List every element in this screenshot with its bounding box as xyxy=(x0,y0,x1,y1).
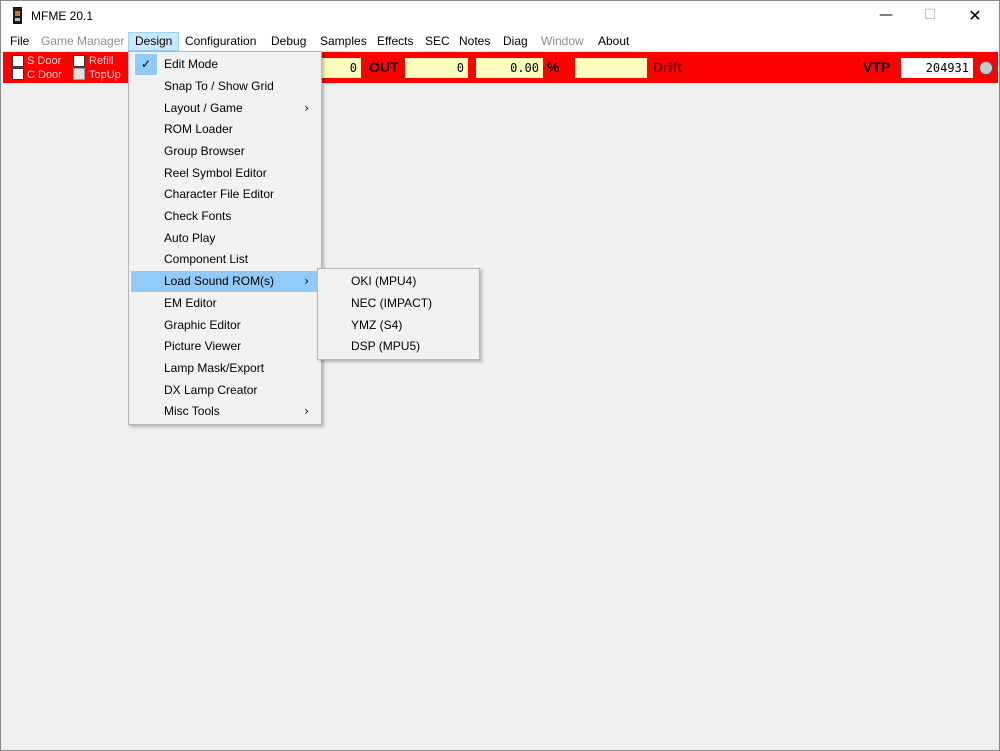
menu-item-label: ROM Loader xyxy=(164,122,233,136)
window-title: MFME 20.1 xyxy=(31,9,94,23)
menu-item-label: EM Editor xyxy=(164,296,217,310)
menu-item-label: Auto Play xyxy=(164,231,216,245)
menu-item-label: Layout / Game xyxy=(164,101,243,115)
percent-field: 0.00 xyxy=(476,58,543,78)
menu-diag[interactable]: Diag xyxy=(497,32,534,51)
menu-item-layout-game[interactable]: Layout / Game › xyxy=(131,98,319,119)
menu-item-label: Misc Tools xyxy=(164,404,220,418)
menu-item-component-list[interactable]: Component List xyxy=(131,249,319,270)
menu-item-load-sound-roms[interactable]: Load Sound ROM(s) › xyxy=(131,271,319,292)
out-meter-field: 0 xyxy=(405,58,468,78)
submenu-item-label: DSP (MPU5) xyxy=(351,339,421,353)
submenu-item-oki-mpu4[interactable]: OKI (MPU4) xyxy=(320,271,477,292)
menu-item-edit-mode[interactable]: ✓ Edit Mode xyxy=(131,54,319,75)
menu-samples[interactable]: Samples xyxy=(314,32,373,51)
menu-window[interactable]: Window xyxy=(535,32,590,51)
status-lamp-icon xyxy=(979,61,993,75)
menu-item-label: Check Fonts xyxy=(164,209,232,223)
percent-label: % xyxy=(547,59,560,75)
design-menu: ✓ Edit Mode Snap To / Show Grid Layout /… xyxy=(128,51,322,425)
topup-label: TopUp xyxy=(89,69,121,81)
menu-configuration[interactable]: Configuration xyxy=(179,32,262,51)
submenu-item-nec-impact[interactable]: NEC (IMPACT) xyxy=(320,293,477,314)
minimize-button[interactable]: — xyxy=(863,1,909,31)
title-bar[interactable]: MFME 20.1 — ☐ ✕ xyxy=(1,1,999,31)
menu-item-lamp-mask-export[interactable]: Lamp Mask/Export xyxy=(131,358,319,379)
vtp-label: VTP xyxy=(863,59,891,75)
menu-item-label: Graphic Editor xyxy=(164,318,241,332)
chevron-right-icon: › xyxy=(304,101,309,115)
submenu-item-dsp-mpu5[interactable]: DSP (MPU5) xyxy=(320,336,477,357)
c-door-checkbox[interactable] xyxy=(12,68,24,80)
checkmark-icon: ✓ xyxy=(135,54,157,75)
menu-item-label: Picture Viewer xyxy=(164,339,242,353)
menu-file[interactable]: File xyxy=(4,32,35,51)
menu-item-label: Character File Editor xyxy=(164,187,275,201)
menu-item-character-file-editor[interactable]: Character File Editor xyxy=(131,184,319,205)
menu-item-graphic-editor[interactable]: Graphic Editor xyxy=(131,315,319,336)
menu-item-label: Edit Mode xyxy=(164,57,219,71)
app-icon[interactable] xyxy=(13,7,22,24)
chevron-right-icon: › xyxy=(304,404,309,418)
s-door-label: S Door xyxy=(27,55,62,67)
s-door-checkbox[interactable] xyxy=(12,55,24,67)
menu-item-em-editor[interactable]: EM Editor xyxy=(131,293,319,314)
close-button[interactable]: ✕ xyxy=(952,1,998,31)
maximize-button[interactable]: ☐ xyxy=(907,1,953,31)
menu-item-rom-loader[interactable]: ROM Loader xyxy=(131,119,319,140)
menu-item-snap-to-grid[interactable]: Snap To / Show Grid xyxy=(131,76,319,97)
menu-item-label: Component List xyxy=(164,252,249,266)
menu-item-label: Load Sound ROM(s) xyxy=(164,274,275,288)
menu-item-dx-lamp-creator[interactable]: DX Lamp Creator xyxy=(131,380,319,401)
chevron-right-icon: › xyxy=(304,274,309,288)
app-window: MFME 20.1 — ☐ ✕ File Game Manager Design… xyxy=(0,0,1000,751)
submenu-item-label: NEC (IMPACT) xyxy=(351,296,433,310)
menu-item-label: Lamp Mask/Export xyxy=(164,361,265,375)
menu-design[interactable]: Design xyxy=(128,32,180,51)
c-door-label: C Door xyxy=(27,69,62,81)
menu-bar: File Game Manager Design Configuration D… xyxy=(1,31,999,51)
sound-rom-submenu: OKI (MPU4) NEC (IMPACT) YMZ (S4) DSP (MP… xyxy=(317,268,480,360)
refill-checkbox[interactable] xyxy=(73,55,85,67)
submenu-item-label: OKI (MPU4) xyxy=(351,274,417,288)
menu-game-manager[interactable]: Game Manager xyxy=(35,32,130,51)
menu-debug[interactable]: Debug xyxy=(265,32,312,51)
menu-sec[interactable]: SEC xyxy=(419,32,456,51)
menu-about[interactable]: About xyxy=(592,32,635,51)
drift-label: Drift xyxy=(653,59,682,75)
menu-item-label: Reel Symbol Editor xyxy=(164,166,267,180)
menu-item-auto-play[interactable]: Auto Play xyxy=(131,228,319,249)
menu-item-misc-tools[interactable]: Misc Tools › xyxy=(131,401,319,422)
menu-item-label: Snap To / Show Grid xyxy=(164,79,274,93)
out-label: OUT xyxy=(369,59,399,75)
submenu-item-ymz-s4[interactable]: YMZ (S4) xyxy=(320,315,477,336)
vtp-field: 204931 xyxy=(901,58,973,78)
menu-item-label: DX Lamp Creator xyxy=(164,383,258,397)
menu-item-reel-symbol-editor[interactable]: Reel Symbol Editor xyxy=(131,163,319,184)
refill-label: Refill xyxy=(89,55,114,67)
topup-checkbox[interactable] xyxy=(73,68,85,80)
menu-item-picture-viewer[interactable]: Picture Viewer xyxy=(131,336,319,357)
menu-item-check-fonts[interactable]: Check Fonts xyxy=(131,206,319,227)
submenu-item-label: YMZ (S4) xyxy=(351,318,403,332)
menu-item-group-browser[interactable]: Group Browser xyxy=(131,141,319,162)
menu-notes[interactable]: Notes xyxy=(453,32,496,51)
drift-field xyxy=(575,58,647,78)
menu-effects[interactable]: Effects xyxy=(371,32,419,51)
menu-item-label: Group Browser xyxy=(164,144,245,158)
